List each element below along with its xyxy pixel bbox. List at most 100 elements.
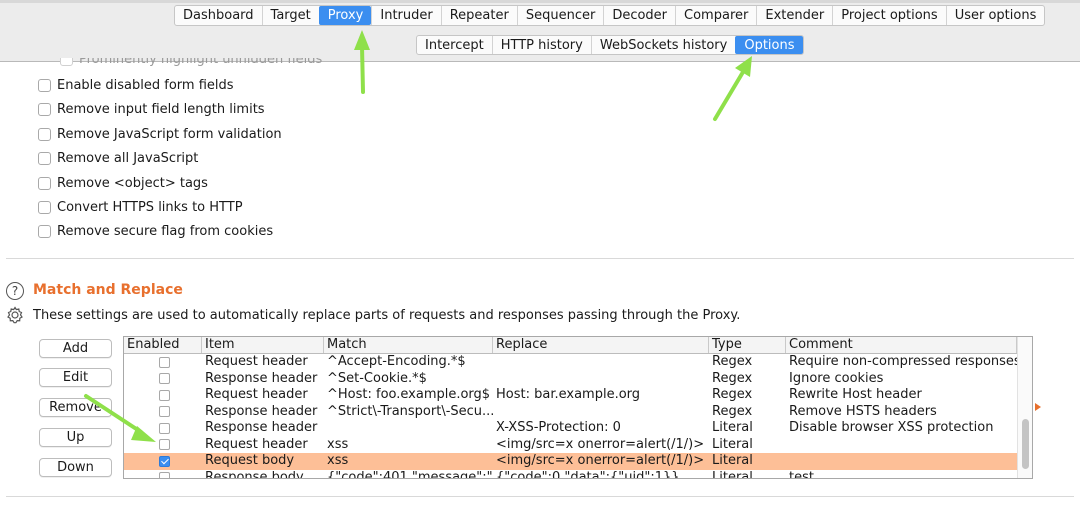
expand-arrow-icon <box>1035 403 1041 411</box>
enabled-checkbox[interactable] <box>159 356 170 368</box>
table-row[interactable]: Request header ^Accept-Encoding.*$ Regex Re… <box>124 354 1017 371</box>
cell-item: Request header <box>205 354 308 370</box>
enabled-cell <box>124 389 202 401</box>
tab-sequencer[interactable]: Sequencer <box>516 6 603 25</box>
table-scrollbar[interactable] <box>1017 337 1032 478</box>
enabled-checkbox[interactable] <box>159 422 170 434</box>
cell-item: Request header <box>205 436 308 452</box>
column-header-enabled[interactable]: Enabled <box>124 337 202 353</box>
tab-intruder[interactable]: Intruder <box>371 6 440 25</box>
option-remove-all-javascript[interactable]: Remove all JavaScript <box>38 151 198 166</box>
enabled-cell <box>124 356 202 368</box>
cell-type: Literal <box>712 453 753 469</box>
cell-item: Response header <box>205 370 318 386</box>
enabled-checkbox[interactable] <box>159 406 170 418</box>
enabled-checkbox[interactable] <box>159 455 170 467</box>
subtab-websockets-history[interactable]: WebSockets history <box>590 36 735 54</box>
option-checkbox[interactable] <box>38 225 51 238</box>
cell-type: Regex <box>712 370 753 386</box>
up-button[interactable]: Up <box>39 428 112 447</box>
table-row[interactable]: Response header ^Strict\-Transport\-Secu.… <box>124 404 1017 421</box>
cell-match: ^Strict\-Transport\-Secu... <box>327 403 493 419</box>
cell-item: Response body <box>205 469 304 479</box>
option-label: Convert HTTPS links to HTTP <box>57 200 243 215</box>
option-checkbox[interactable] <box>38 177 51 190</box>
cell-replace: {"code":0,"data":{"uid":1}} <box>496 469 680 479</box>
tab-target[interactable]: Target <box>261 6 319 25</box>
option-label: Remove <object> tags <box>57 176 208 191</box>
table-header: Enabled Item Match Replace Type Comment <box>124 337 1017 354</box>
cell-match: xss <box>327 453 349 469</box>
cell-comment: test <box>789 469 814 479</box>
scrollbar-thumb[interactable] <box>1022 419 1029 469</box>
add-button[interactable]: Add <box>39 339 112 358</box>
tab-dashboard[interactable]: Dashboard <box>175 6 262 25</box>
enabled-cell <box>124 439 202 451</box>
option-checkbox[interactable] <box>38 152 51 165</box>
tab-extender[interactable]: Extender <box>756 6 832 25</box>
cell-match: xss <box>327 436 349 452</box>
tab-decoder[interactable]: Decoder <box>603 6 675 25</box>
table-row[interactable]: Response header ^Set-Cookie.*$ Regex Ignore… <box>124 371 1017 388</box>
tab-repeater[interactable]: Repeater <box>440 6 517 25</box>
window-edge <box>0 0 1080 3</box>
cell-type: Literal <box>712 469 753 479</box>
cell-comment: Rewrite Host header <box>789 387 922 403</box>
enabled-checkbox[interactable] <box>159 439 170 451</box>
table-row[interactable]: Request body xss <img/src=x onerror=alert(… <box>124 453 1017 470</box>
tab-comparer[interactable]: Comparer <box>675 6 756 25</box>
column-header-comment[interactable]: Comment <box>786 337 1017 353</box>
subtab-options[interactable]: Options <box>735 36 803 54</box>
enabled-cell <box>124 373 202 385</box>
cell-comment: Disable browser XSS protection <box>789 420 994 436</box>
cell-type: Regex <box>712 403 753 419</box>
option-remove-input-field-length-limits[interactable]: Remove input field length limits <box>38 102 265 117</box>
option-remove-secure-flag-from-cookies[interactable]: Remove secure flag from cookies <box>38 224 273 239</box>
column-header-item[interactable]: Item <box>202 337 324 353</box>
option-convert-https-links-to-http[interactable]: Convert HTTPS links to HTTP <box>38 200 243 215</box>
option-checkbox[interactable] <box>38 103 51 116</box>
table-row[interactable]: Response body {"code":401,"message":"ga..… <box>124 469 1017 479</box>
column-header-type[interactable]: Type <box>709 337 786 353</box>
option-checkbox[interactable] <box>38 128 51 141</box>
option-label: Remove input field length limits <box>57 102 265 117</box>
option-label: Remove secure flag from cookies <box>57 224 274 239</box>
top-toolbar: Dashboard Target Proxy Intruder Repeater Sequ… <box>0 0 1080 62</box>
help-icon[interactable]: ? <box>6 282 24 300</box>
down-button[interactable]: Down <box>39 458 112 477</box>
tab-proxy[interactable]: Proxy <box>318 6 372 25</box>
enabled-cell <box>124 472 202 478</box>
table-row[interactable]: Request header ^Host: foo.example.org$ Hos… <box>124 387 1017 404</box>
section-description: These settings are used to automatically… <box>33 308 741 323</box>
option-label: Remove JavaScript form validation <box>57 127 282 142</box>
subtab-http-history[interactable]: HTTP history <box>491 36 591 54</box>
edit-button[interactable]: Edit <box>39 368 112 387</box>
gear-icon[interactable] <box>5 305 25 325</box>
table-row[interactable]: Request header xss <img/src=x onerror=aler… <box>124 437 1017 454</box>
enabled-cell <box>124 455 202 467</box>
cell-match: ^Accept-Encoding.*$ <box>327 354 466 370</box>
cell-type: Regex <box>712 387 753 403</box>
column-header-match[interactable]: Match <box>324 337 493 353</box>
option-remove-javascript-form-validation[interactable]: Remove JavaScript form validation <box>38 127 282 142</box>
enabled-checkbox[interactable] <box>159 373 170 385</box>
cell-item: Response header <box>205 403 318 419</box>
cell-match: ^Set-Cookie.*$ <box>327 370 427 386</box>
cell-comment: Ignore cookies <box>789 370 884 386</box>
cell-match: {"code":401,"message":"ga... <box>327 469 493 479</box>
enabled-checkbox[interactable] <box>159 472 170 478</box>
enabled-checkbox[interactable] <box>159 389 170 401</box>
option-remove-object-tags[interactable]: Remove <object> tags <box>38 176 208 191</box>
option-enable-disabled-form-fields[interactable]: Enable disabled form fields <box>38 78 234 93</box>
cell-item: Request body <box>205 453 295 469</box>
table-row[interactable]: Response header X-XSS-Protection: 0 Litera… <box>124 420 1017 437</box>
section-divider <box>6 258 1074 259</box>
option-checkbox[interactable] <box>38 201 51 214</box>
main-tab-bar: Dashboard Target Proxy Intruder Repeater Sequ… <box>174 5 1046 26</box>
option-checkbox[interactable] <box>38 79 51 92</box>
remove-button[interactable]: Remove <box>39 398 112 417</box>
column-header-replace[interactable]: Replace <box>493 337 709 353</box>
subtab-intercept[interactable]: Intercept <box>417 36 492 54</box>
tab-project-options[interactable]: Project options <box>832 6 946 25</box>
tab-user-options[interactable]: User options <box>945 6 1045 25</box>
